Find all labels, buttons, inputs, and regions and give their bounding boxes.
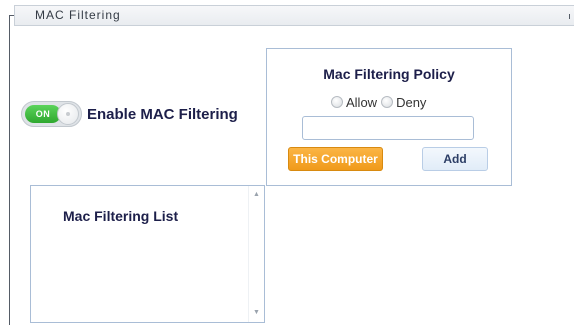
mac-filtering-page: MAC Filtering ON Enable MAC Filtering Ma… (0, 0, 574, 325)
frame-left-border (9, 15, 10, 325)
allow-radio[interactable] (331, 96, 343, 108)
policy-title: Mac Filtering Policy (323, 66, 455, 82)
add-button[interactable]: Add (422, 147, 488, 171)
triangle-up-icon[interactable]: ▲ (249, 188, 264, 202)
deny-radio[interactable] (381, 96, 394, 108)
mac-filtering-list-panel[interactable]: Mac Filtering List ▲ ▼ (30, 185, 265, 323)
triangle-down-icon[interactable]: ▼ (249, 306, 264, 320)
this-computer-button[interactable]: This Computer (288, 147, 383, 171)
section-title: MAC Filtering (35, 8, 121, 22)
frame-right-tick (569, 14, 570, 19)
deny-radio-label[interactable]: Deny (396, 95, 426, 110)
section-header: MAC Filtering (14, 5, 574, 26)
list-title: Mac Filtering List (63, 208, 179, 224)
allow-radio-label[interactable]: Allow (346, 95, 377, 110)
enable-mac-filtering-label: Enable MAC Filtering (87, 106, 238, 123)
mac-address-input[interactable] (302, 116, 474, 140)
list-scrollbar[interactable]: ▲ ▼ (248, 186, 264, 322)
policy-radio-group: Allow Deny (331, 93, 430, 111)
toggle-on-label: ON (25, 105, 61, 123)
toggle-knob-icon (57, 103, 79, 125)
mac-filtering-toggle[interactable]: ON (21, 101, 82, 127)
mac-filtering-policy-panel: Mac Filtering Policy Allow Deny This Com… (266, 48, 512, 186)
